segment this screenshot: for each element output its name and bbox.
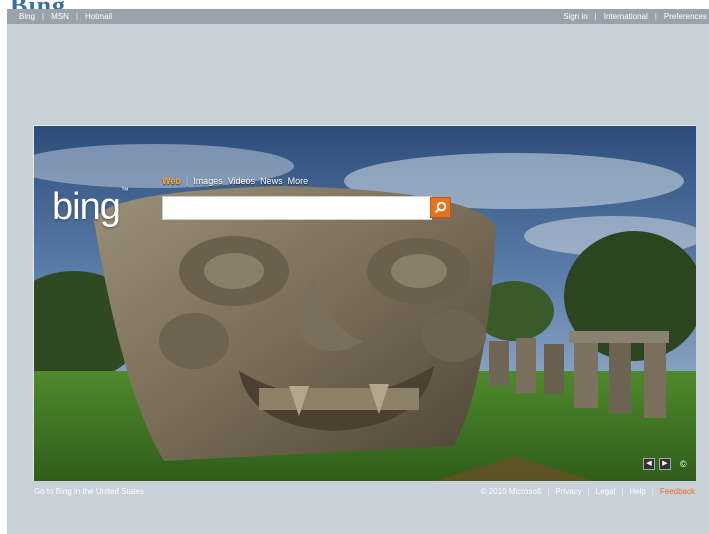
- separator: |: [594, 12, 597, 21]
- bing-logo[interactable]: bing™: [52, 186, 129, 229]
- separator: |: [185, 176, 189, 186]
- legal-link[interactable]: Legal: [596, 487, 616, 496]
- hero-photo-statue: [34, 126, 696, 481]
- topbar-right-links: Sign in | International | Preferences: [563, 9, 707, 24]
- preferences-link[interactable]: Preferences: [664, 12, 707, 21]
- separator: |: [75, 12, 78, 21]
- go-to-us-bing-link[interactable]: Go to Bing in the United States: [34, 487, 144, 496]
- tab-news[interactable]: News: [260, 176, 283, 186]
- trademark-mark: ™: [120, 186, 129, 195]
- search-box: [162, 196, 432, 220]
- bing-homepage: Bing Bing | MSN | Hotmail Sign in | Internatio…: [0, 0, 709, 534]
- next-arrow-icon[interactable]: ▶: [659, 458, 671, 470]
- bing-logo-text: bing: [52, 186, 121, 228]
- international-link[interactable]: International: [604, 12, 648, 21]
- help-link[interactable]: Help: [629, 487, 645, 496]
- copyright-icon[interactable]: ©: [680, 458, 687, 470]
- separator: |: [651, 487, 654, 496]
- topbar-link-hotmail[interactable]: Hotmail: [85, 12, 112, 21]
- separator: |: [621, 487, 624, 496]
- copyright-text: © 2010 Microsoft: [480, 487, 542, 496]
- separator: |: [587, 487, 590, 496]
- separator: |: [547, 487, 550, 496]
- sign-in-link[interactable]: Sign in: [563, 12, 587, 21]
- footer-right: © 2010 Microsoft | Privacy | Legal | Help | Feed…: [481, 487, 695, 496]
- privacy-link[interactable]: Privacy: [555, 487, 581, 496]
- search-input[interactable]: [163, 197, 431, 219]
- search-scope-tabs: Web | Images Videos News More: [162, 176, 313, 186]
- top-navigation-bar: Bing | MSN | Hotmail Sign in | International | P…: [7, 9, 709, 24]
- footer-left: Go to Bing in the United States: [34, 487, 144, 496]
- magnifier-icon: [434, 201, 447, 214]
- separator: |: [42, 12, 45, 21]
- prev-arrow-icon[interactable]: ◀: [643, 458, 655, 470]
- tab-web[interactable]: Web: [162, 176, 181, 186]
- search-button[interactable]: [430, 197, 451, 218]
- separator: |: [654, 12, 657, 21]
- tab-images[interactable]: Images: [193, 176, 223, 186]
- tab-videos[interactable]: Videos: [228, 176, 255, 186]
- topbar-link-msn[interactable]: MSN: [51, 12, 69, 21]
- hero-background-image: [33, 125, 696, 481]
- feedback-link[interactable]: Feedback: [660, 487, 695, 496]
- topbar-left-links: Bing | MSN | Hotmail: [19, 9, 112, 24]
- topbar-link-bing[interactable]: Bing: [19, 12, 35, 21]
- tab-more[interactable]: More: [288, 176, 309, 186]
